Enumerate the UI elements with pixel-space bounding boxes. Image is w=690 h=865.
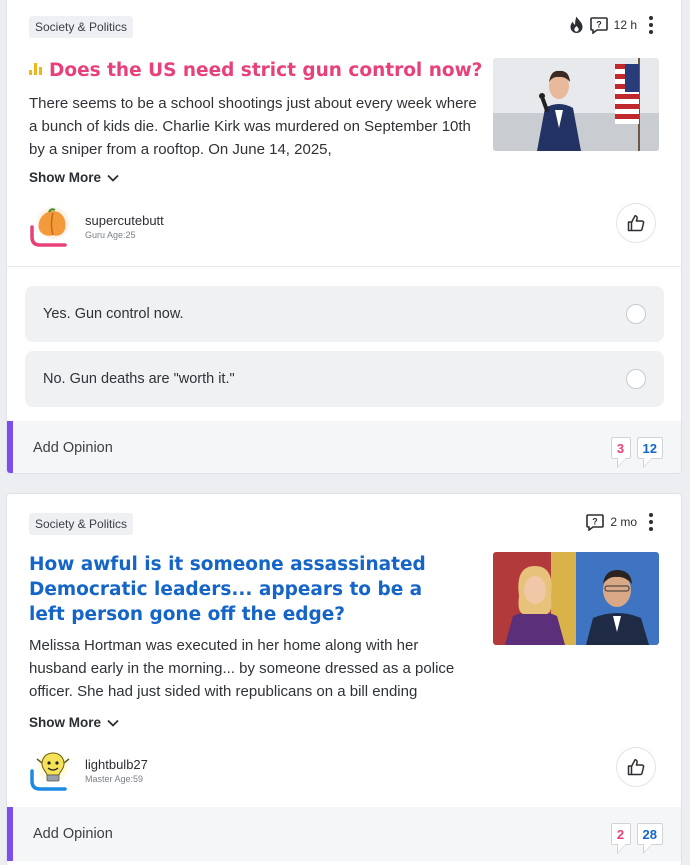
show-more-button[interactable]: Show More [29, 170, 119, 185]
svg-text:?: ? [596, 19, 602, 29]
poll-option-label: No. Gun deaths are "worth it." [43, 371, 235, 387]
author-rank: Master Age:59 [85, 773, 144, 784]
post-body: Melissa Hortman was executed in her home… [29, 637, 455, 700]
fire-icon [570, 16, 583, 33]
thumbs-up-icon [627, 759, 645, 776]
poll-option-radio[interactable] [626, 304, 646, 324]
post-time: 12 h [613, 18, 637, 32]
like-button[interactable] [616, 747, 656, 787]
chevron-down-icon [107, 174, 119, 182]
post-title[interactable]: Does the US need strict gun control now? [29, 58, 482, 83]
add-opinion-bar[interactable]: Add Opinion 3 12 [7, 421, 681, 473]
show-more-label: Show More [29, 170, 102, 185]
post-meta: ? 2 mo [586, 513, 653, 531]
post-thumbnail[interactable] [493, 552, 659, 645]
question-type-icon: ? [586, 513, 605, 531]
poll-icon [29, 63, 43, 75]
chevron-down-icon [107, 719, 119, 727]
question-type-icon: ? [589, 16, 608, 34]
svg-text:?: ? [593, 516, 599, 526]
more-options-icon[interactable] [649, 513, 653, 531]
more-options-icon[interactable] [649, 16, 653, 34]
poll-option[interactable]: No. Gun deaths are "worth it." [25, 351, 664, 407]
post-title[interactable]: How awful is it someone assassinated Dem… [29, 552, 459, 627]
add-opinion-bar[interactable]: Add Opinion 2 28 [7, 807, 681, 861]
show-more-button[interactable]: Show More [29, 715, 119, 730]
author-rank: Guru Age:25 [85, 229, 136, 240]
category-tag[interactable]: Society & Politics [29, 513, 134, 535]
thumbs-up-icon [627, 215, 645, 232]
poll-option-label: Yes. Gun control now. [43, 306, 184, 322]
poll-option-radio[interactable] [626, 369, 646, 389]
author-name[interactable]: lightbulb27 [85, 757, 148, 772]
opinions-count[interactable]: 12 [636, 437, 663, 459]
post-time: 2 mo [610, 515, 637, 529]
question-card: Society & Politics ? 12 h Does the US ne… [6, 0, 682, 474]
post-body: There seems to be a school shootings jus… [29, 95, 477, 158]
category-tag[interactable]: Society & Politics [29, 16, 134, 38]
post-thumbnail[interactable] [493, 58, 659, 151]
post-meta: ? 12 h [569, 16, 653, 34]
show-more-label: Show More [29, 715, 102, 730]
counts: 2 28 [610, 823, 663, 845]
like-button[interactable] [616, 203, 656, 243]
counts: 3 12 [610, 437, 663, 459]
divider [7, 266, 681, 267]
poll-option[interactable]: Yes. Gun control now. [25, 286, 664, 342]
add-opinion-label: Add Opinion [33, 440, 113, 456]
question-card: Society & Politics ? 2 mo How awful is i… [6, 493, 682, 865]
post-title-text: Does the US need strict gun control now? [49, 60, 483, 81]
avatar[interactable] [29, 205, 71, 247]
author[interactable]: supercutebutt Guru Age:25 [29, 205, 164, 247]
likes-count[interactable]: 2 [610, 823, 631, 845]
avatar[interactable] [29, 749, 71, 791]
likes-count[interactable]: 3 [610, 437, 631, 459]
author[interactable]: lightbulb27 Master Age:59 [29, 749, 148, 791]
author-name[interactable]: supercutebutt [85, 213, 164, 228]
opinions-count[interactable]: 28 [636, 823, 663, 845]
add-opinion-label: Add Opinion [33, 826, 113, 842]
